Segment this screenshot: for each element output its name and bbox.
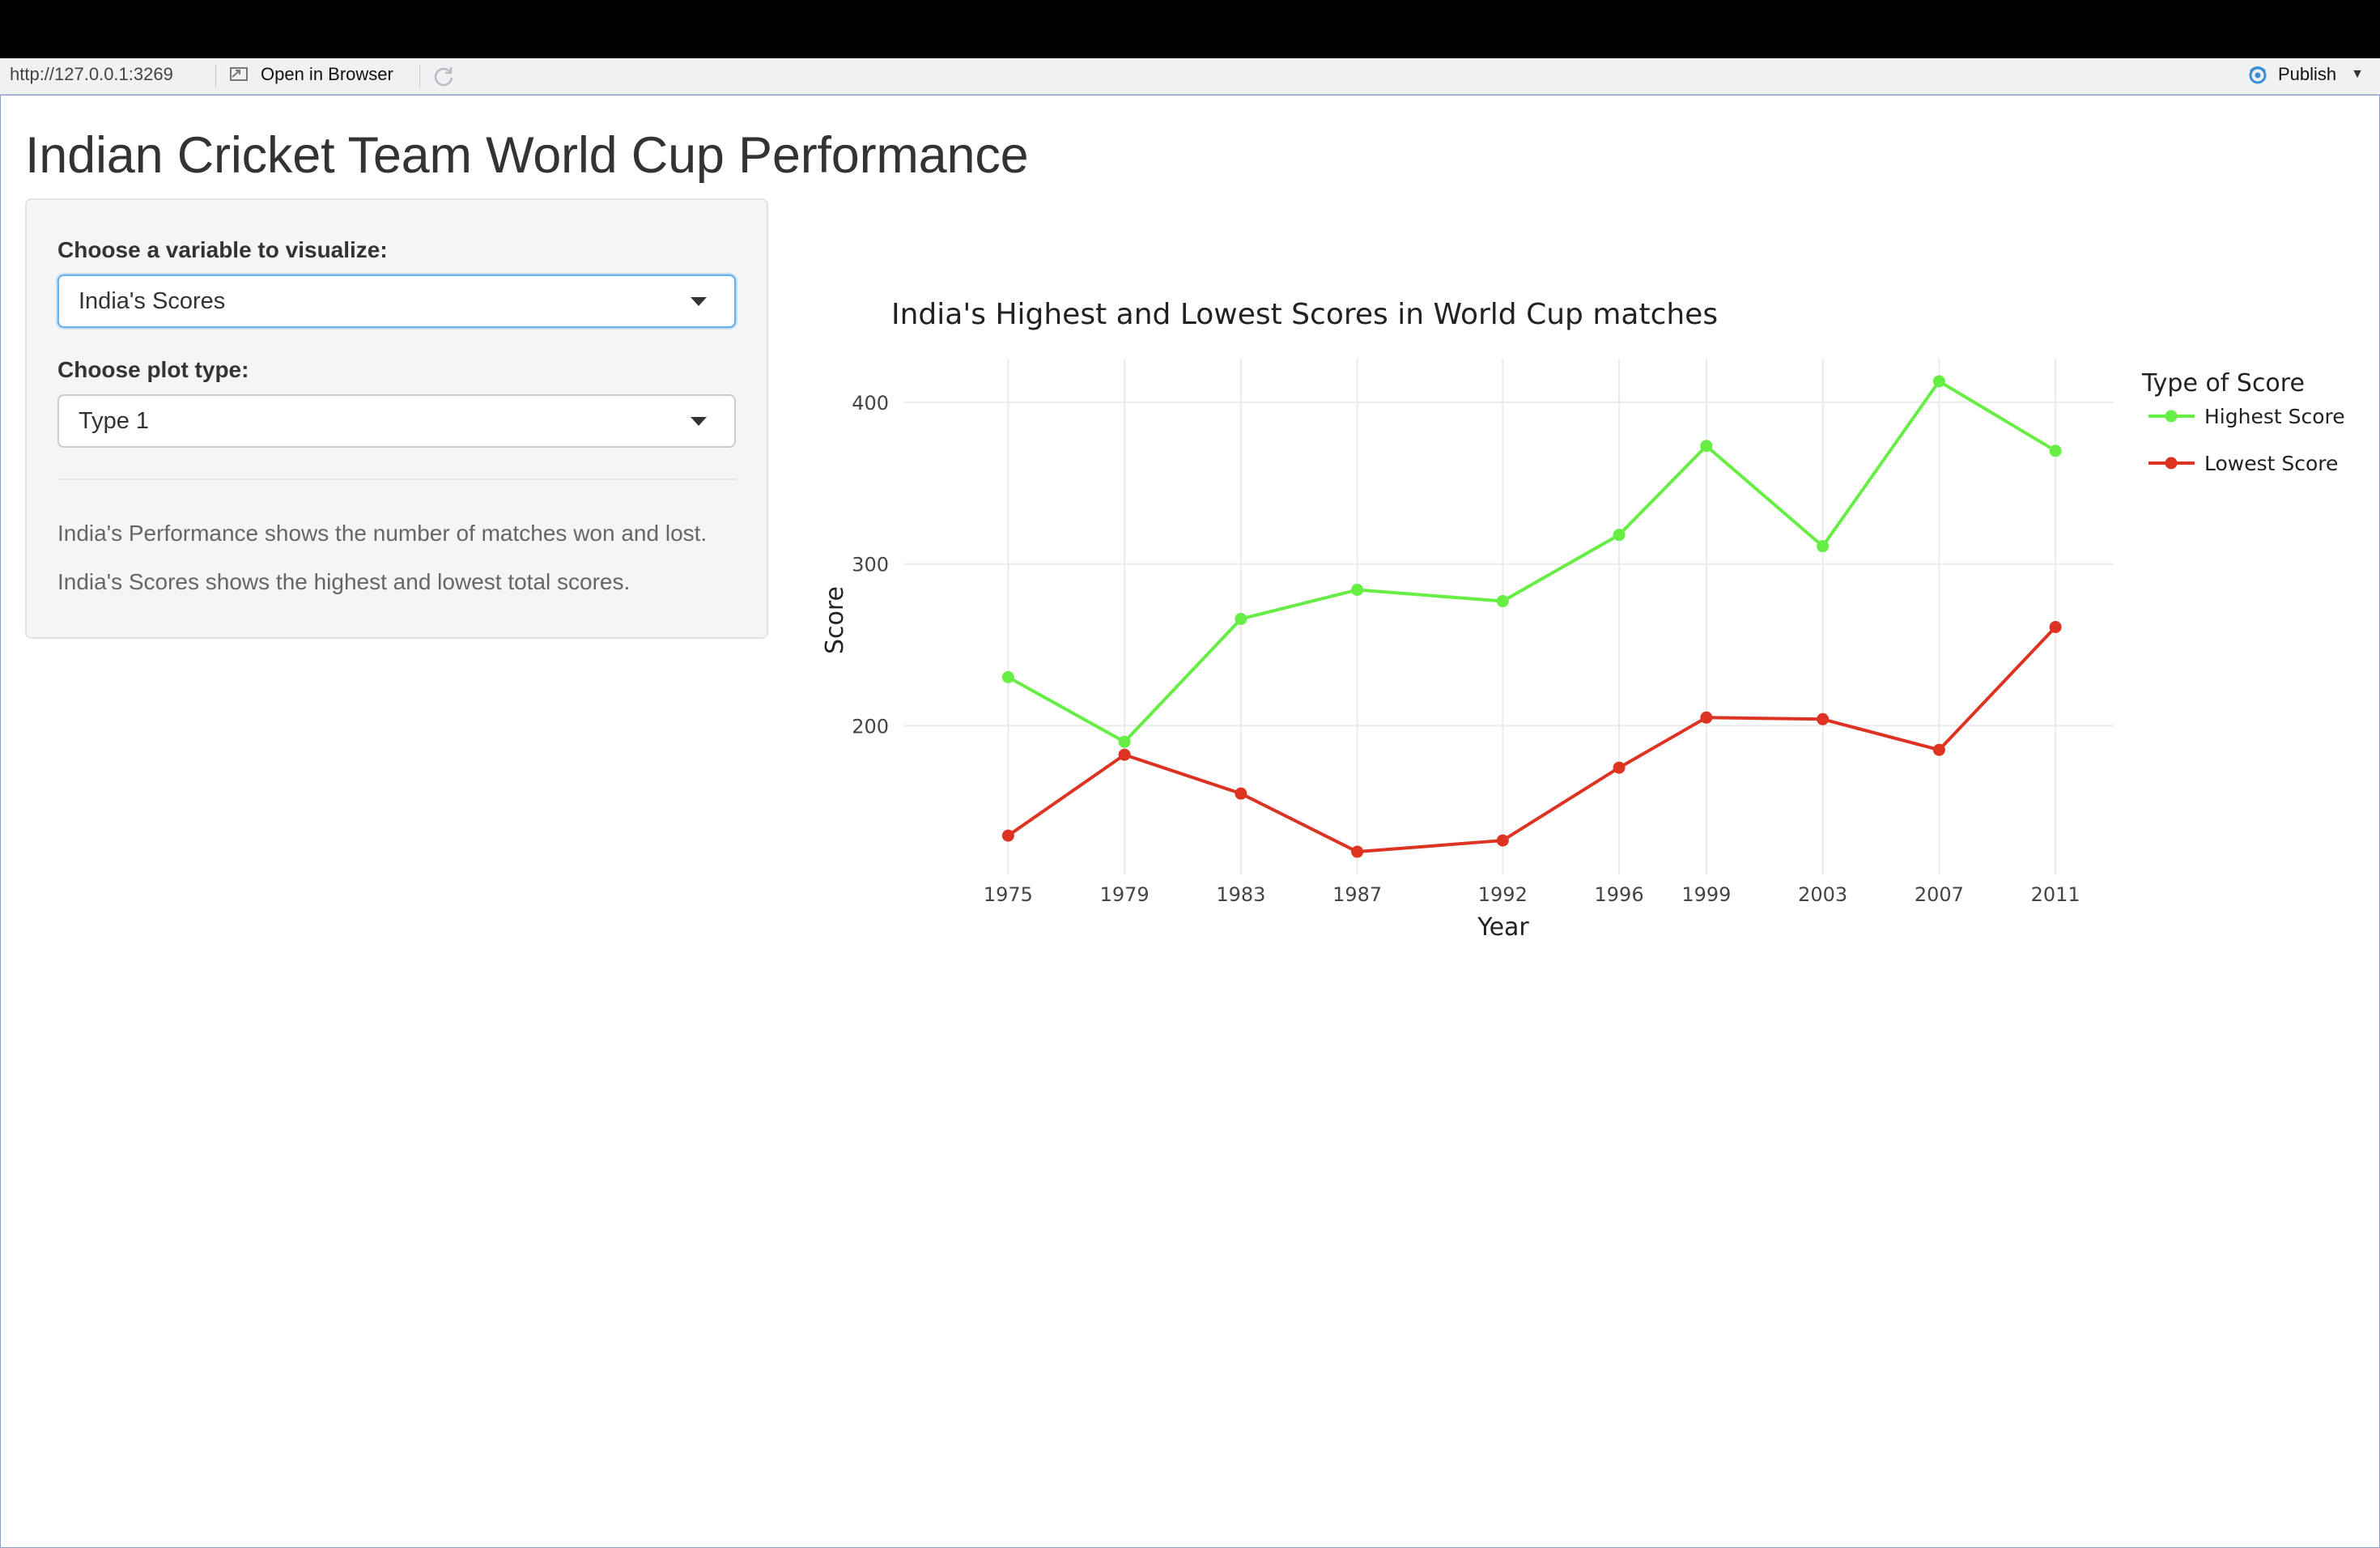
data-point[interactable]	[1351, 584, 1364, 597]
chart-legend: Type of Score Highest Score Lowest Score	[2141, 369, 2345, 475]
data-point[interactable]	[1118, 735, 1131, 748]
x-tick-label: 1975	[984, 883, 1033, 906]
data-point[interactable]	[1351, 845, 1364, 858]
app-frame: Indian Cricket Team World Cup Performanc…	[0, 95, 2380, 1548]
legend-label: Lowest Score	[2204, 452, 2338, 475]
chart-grid	[903, 359, 2114, 874]
x-tick-label: 1992	[1478, 883, 1528, 906]
data-point[interactable]	[1613, 761, 1626, 774]
x-axis-title: Year	[1477, 913, 1529, 942]
score-line-chart: 1975 1979 1983 1987 1992 1996 1999 2003 2007 2011…	[821, 298, 2345, 942]
sidebar-panel: Choose a variable to visualize: India's …	[25, 198, 768, 639]
x-tick-label: 2003	[1798, 883, 1847, 906]
plot-type-select[interactable]: Type 1	[57, 394, 736, 448]
legend-item[interactable]: Highest Score	[2148, 405, 2345, 428]
series-lowest-score	[1001, 620, 2062, 858]
chart-title: India's Highest and Lowest Scores in Wor…	[891, 298, 1718, 331]
data-point[interactable]	[1001, 670, 1014, 683]
dropdown-caret-icon	[691, 297, 707, 306]
url-text: http://127.0.0.1:3269	[10, 64, 173, 84]
series-line	[1007, 626, 2057, 854]
x-tick-label: 2011	[2031, 883, 2080, 906]
help-text-performance: India's Performance shows the number of …	[57, 521, 708, 546]
chart-axes: 1975 1979 1983 1987 1992 1996 1999 2003 2007 2011…	[852, 392, 2080, 906]
dropdown-caret-icon	[691, 417, 707, 426]
divider	[57, 478, 736, 480]
page-title: Indian Cricket Team World Cup Performanc…	[25, 127, 1029, 184]
help-text-scores: India's Scores shows the highest and low…	[57, 569, 631, 594]
data-point[interactable]	[1932, 743, 1945, 756]
variable-select-label: Choose a variable to visualize:	[57, 237, 388, 262]
x-tick-label: 2007	[1915, 883, 1964, 906]
x-tick-label: 1996	[1595, 883, 1644, 906]
legend-swatch-marker	[2165, 457, 2178, 470]
os-menu-bar	[0, 0, 2380, 58]
viewer-toolbar: http://127.0.0.1:3269 Open in Browser Pu…	[0, 58, 2380, 95]
data-point[interactable]	[1817, 540, 1830, 553]
series-line	[1007, 379, 2057, 744]
series-highest-score	[1001, 375, 2062, 748]
data-point[interactable]	[1118, 748, 1131, 761]
x-tick-label: 1979	[1100, 883, 1150, 906]
y-tick-label: 300	[852, 554, 889, 576]
legend-swatch-marker	[2165, 410, 2178, 423]
y-axis-title: Score	[821, 586, 849, 654]
legend-item[interactable]: Lowest Score	[2148, 452, 2338, 475]
open-browser-icon	[230, 66, 249, 83]
refresh-icon[interactable]	[431, 64, 456, 88]
data-point[interactable]	[1235, 787, 1247, 800]
data-point[interactable]	[2049, 620, 2062, 633]
chevron-down-icon[interactable]: ▼	[2351, 67, 2364, 82]
plot-type-select-value: Type 1	[79, 408, 150, 434]
toolbar-divider	[215, 65, 216, 87]
data-point[interactable]	[2049, 444, 2062, 457]
y-tick-label: 400	[852, 392, 889, 415]
data-point[interactable]	[1700, 440, 1713, 453]
data-point[interactable]	[1700, 711, 1713, 724]
legend-label: Highest Score	[2204, 405, 2345, 428]
variable-select[interactable]: India's Scores	[57, 274, 736, 328]
publish-icon	[2249, 66, 2267, 84]
publish-button[interactable]: Publish ▼	[2246, 64, 2364, 85]
chart-series	[1001, 375, 2062, 858]
data-point[interactable]	[1932, 375, 1945, 388]
x-tick-label: 1983	[1216, 883, 1265, 906]
data-point[interactable]	[1496, 595, 1509, 608]
x-tick-label: 1987	[1332, 883, 1382, 906]
data-point[interactable]	[1496, 834, 1509, 847]
data-point[interactable]	[1817, 712, 1830, 725]
y-tick-label: 200	[852, 715, 889, 738]
open-in-browser-button[interactable]: Open in Browser	[230, 64, 393, 85]
plot-type-select-label: Choose plot type:	[57, 357, 249, 382]
toolbar-divider	[419, 65, 420, 87]
open-in-browser-label: Open in Browser	[261, 64, 393, 84]
publish-label: Publish	[2278, 64, 2337, 84]
data-point[interactable]	[1613, 529, 1626, 542]
data-point[interactable]	[1001, 829, 1014, 842]
x-tick-label: 1999	[1681, 883, 1731, 906]
legend-title: Type of Score	[2141, 369, 2305, 398]
data-point[interactable]	[1235, 612, 1247, 625]
variable-select-value: India's Scores	[79, 288, 226, 314]
